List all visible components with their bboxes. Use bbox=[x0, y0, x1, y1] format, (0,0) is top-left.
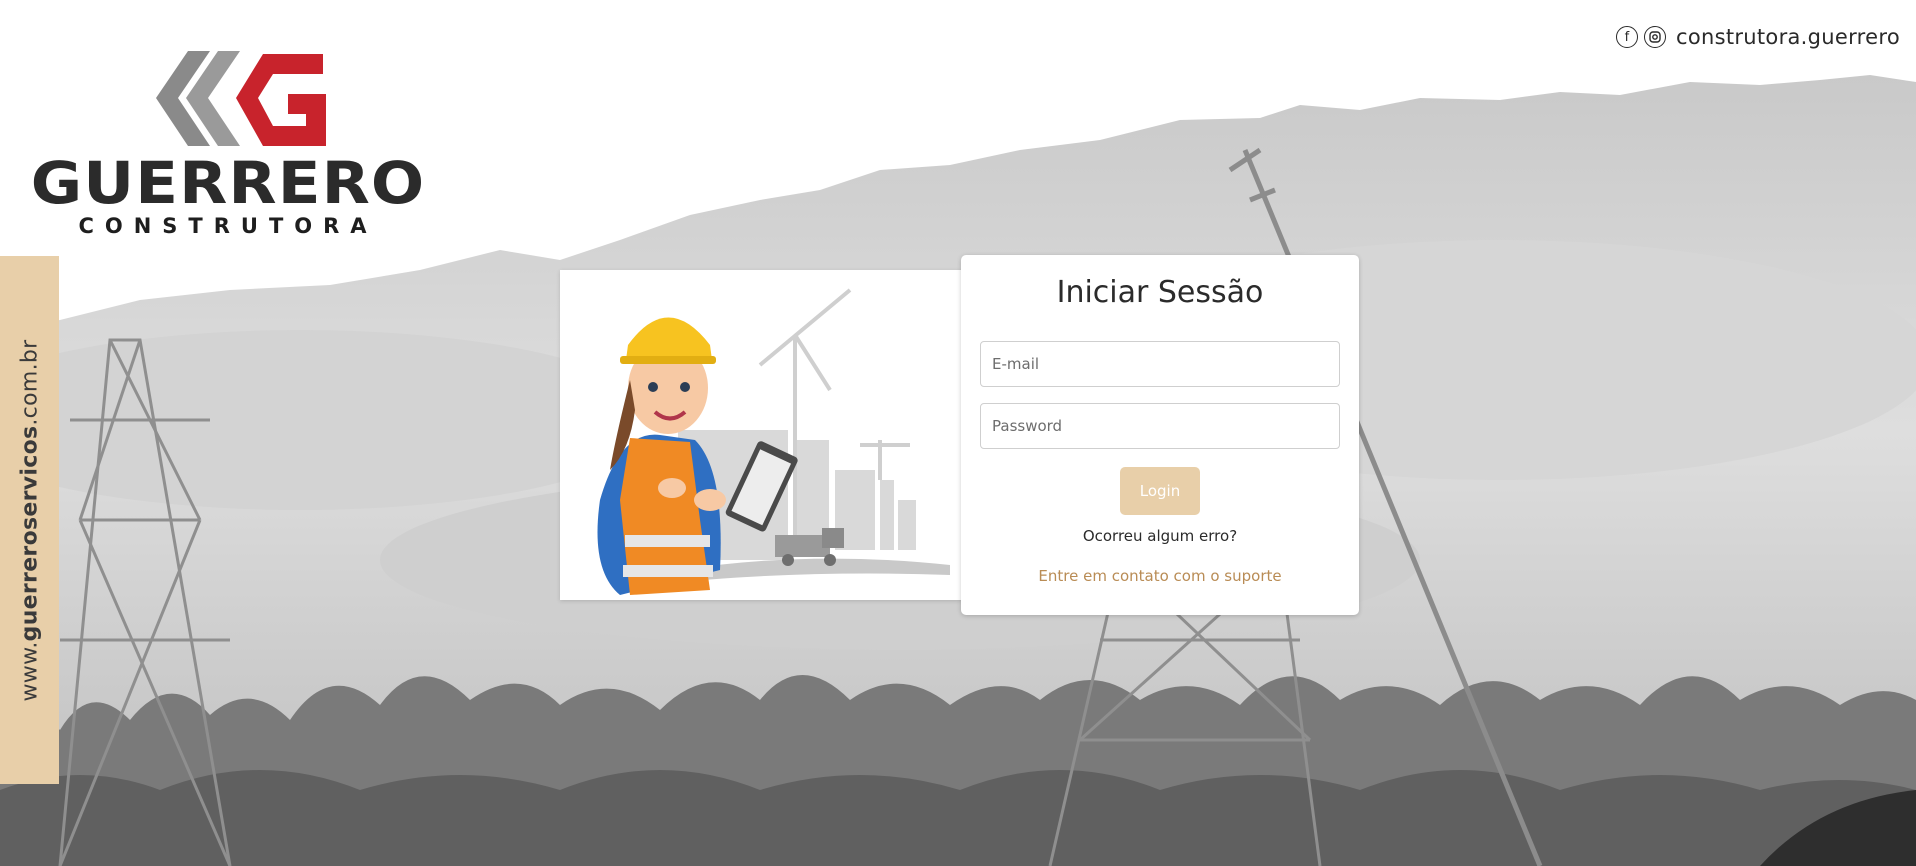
login-title: Iniciar Sessão bbox=[1056, 275, 1264, 310]
company-logo: GUERRERO CONSTRUTORA bbox=[31, 46, 424, 238]
password-field[interactable] bbox=[980, 403, 1340, 449]
email-field[interactable] bbox=[980, 341, 1340, 387]
website-url[interactable]: www.guerreroservicos.com.br bbox=[17, 339, 42, 701]
login-button[interactable]: Login bbox=[1120, 467, 1200, 515]
guerrero-g-icon bbox=[156, 51, 326, 146]
instagram-icon[interactable] bbox=[1643, 26, 1666, 48]
logo-wordmark: GUERRERO bbox=[30, 149, 426, 217]
error-prompt: Ocorreu algum erro? bbox=[1082, 527, 1238, 545]
social-bar: f construtora.guerrero bbox=[1615, 22, 1900, 52]
support-link[interactable]: Entre em contato com o suporte bbox=[961, 567, 1359, 585]
engineer-illustration bbox=[560, 270, 962, 600]
login-card: Iniciar Sessão Login Ocorreu algum erro?… bbox=[961, 255, 1359, 615]
website-band: www.guerreroservicos.com.br bbox=[0, 256, 59, 784]
social-handle[interactable]: construtora.guerrero bbox=[1676, 25, 1900, 49]
construction-worker-image bbox=[597, 288, 950, 595]
logo-subtitle: CONSTRUTORA bbox=[78, 214, 378, 238]
facebook-icon[interactable]: f bbox=[1615, 26, 1638, 48]
